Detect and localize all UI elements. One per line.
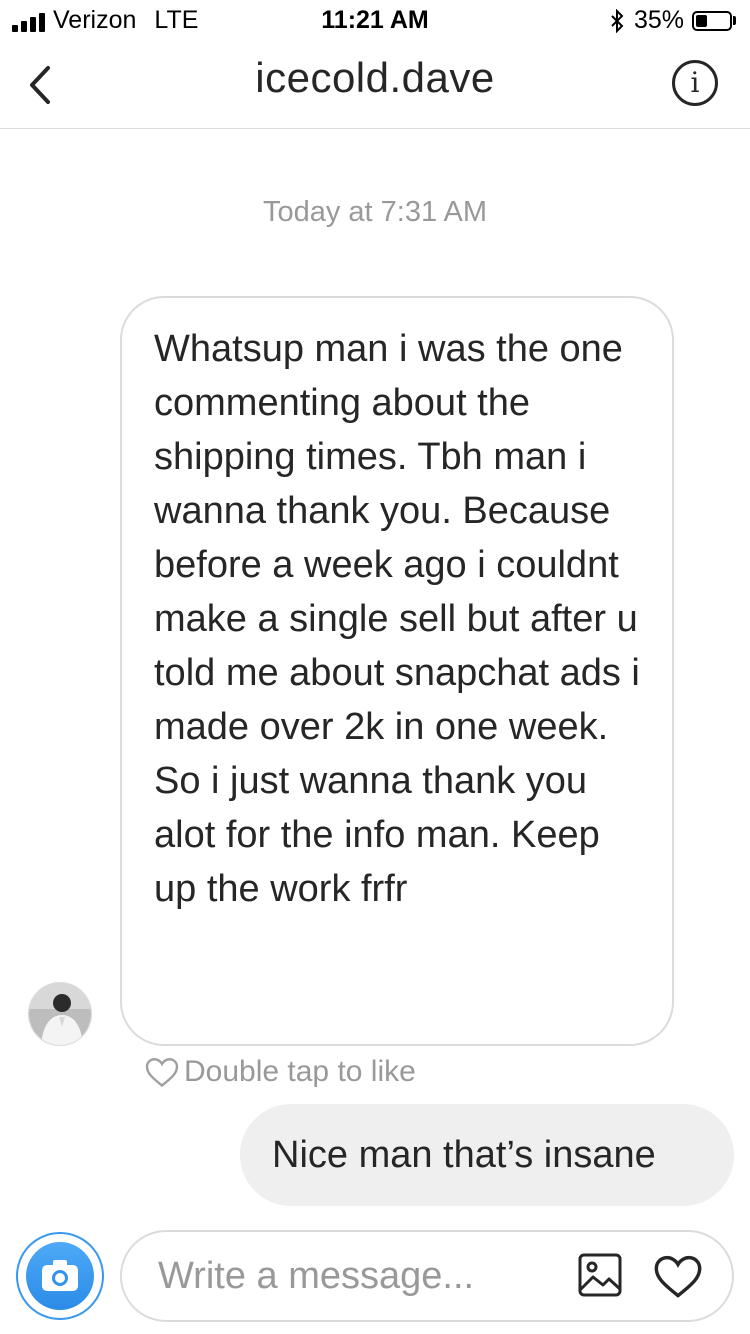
network-label: LTE (154, 6, 199, 34)
avatar[interactable] (28, 982, 92, 1046)
outgoing-message-bubble[interactable]: Nice man that’s insane (240, 1104, 734, 1206)
message-timestamp: Today at 7:31 AM (262, 196, 488, 228)
message-input[interactable] (158, 1232, 538, 1320)
info-icon[interactable]: i (672, 60, 718, 106)
battery-tip (733, 16, 736, 25)
signal-icon (12, 10, 45, 32)
bluetooth-icon (611, 8, 624, 33)
heart-icon[interactable] (652, 1250, 704, 1300)
status-left: Verizon LTE (12, 6, 198, 35)
camera-glyph (42, 1260, 78, 1291)
avatar-image (29, 983, 91, 1045)
camera-icon[interactable] (26, 1242, 94, 1310)
battery-percent: 35% (633, 6, 684, 34)
status-bar: Verizon LTE 11:21 AM 35% (0, 0, 750, 40)
carrier-label: Verizon (53, 6, 137, 34)
conversation-header: icecold.dave i (0, 40, 750, 129)
camera-button[interactable] (16, 1232, 104, 1320)
battery-icon (692, 10, 732, 31)
page-title[interactable]: icecold.dave (0, 54, 750, 102)
incoming-message-bubble[interactable]: Whatsup man i was the one commenting abo… (120, 296, 674, 1046)
message-input-container (120, 1230, 734, 1322)
like-hint-label: Double tap to like (184, 1055, 416, 1088)
status-right: 35% (610, 6, 736, 35)
double-tap-like-hint: Double tap to like (144, 1054, 416, 1090)
battery-fill (696, 14, 707, 27)
message-composer (0, 1222, 750, 1334)
gallery-icon[interactable] (577, 1252, 623, 1298)
heart-outline-icon (145, 1058, 179, 1088)
